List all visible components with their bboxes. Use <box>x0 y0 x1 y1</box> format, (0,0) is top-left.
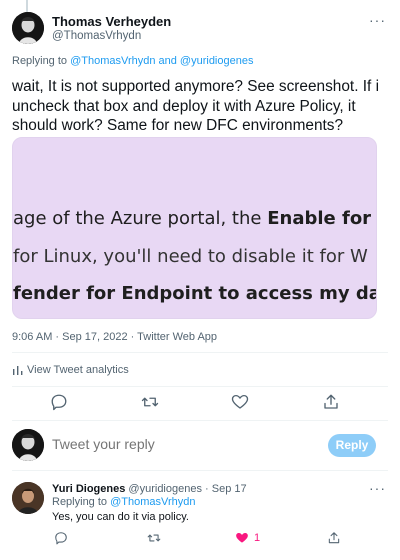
reply-replying-prefix: Replying to <box>52 496 108 508</box>
replying-to: Replying to @ThomasVrhydn and @yuridioge… <box>12 55 253 67</box>
reply-text: Yes, you can do it via policy. <box>52 511 189 523</box>
share-icon[interactable] <box>327 531 341 545</box>
reply-date[interactable]: Sep 17 <box>212 483 247 495</box>
avatar[interactable] <box>12 482 44 514</box>
tweet-header: Thomas Verheyden @ThomasVrhydn ··· <box>12 12 388 44</box>
author-info: Thomas Verheyden @ThomasVrhydn <box>52 14 171 44</box>
author-handle[interactable]: @ThomasVrhydn <box>52 29 171 44</box>
reply-author-handle[interactable]: @yuridiogenes <box>128 483 202 495</box>
media-text-line-1: age of the Azure portal, the Enable for <box>13 208 371 229</box>
divider <box>12 420 388 421</box>
tweet-actions <box>12 393 388 413</box>
analytics-label: View Tweet analytics <box>27 364 129 376</box>
avatar-image <box>12 429 44 461</box>
reply-replying-to-link[interactable]: @ThomasVrhydn <box>110 496 195 508</box>
tweet-media-screenshot[interactable]: age of the Azure portal, the Enable for … <box>12 137 377 319</box>
share-icon[interactable] <box>322 393 340 411</box>
compose-reply: Reply <box>12 429 388 461</box>
media-text-line-2: for Linux, you'll need to disable it for… <box>13 246 368 267</box>
heart-icon-filled[interactable] <box>235 531 249 545</box>
retweet-icon[interactable] <box>141 393 159 411</box>
reply-separator: · <box>205 483 209 495</box>
like-count: 1 <box>254 532 261 544</box>
tweet-text: wait, It is not supported anymore? See s… <box>12 78 380 134</box>
avatar-image <box>12 12 44 44</box>
reply-tweet[interactable]: Yuri Diogenes @yuridiogenes · Sep 17 ···… <box>12 480 388 555</box>
divider <box>12 352 388 353</box>
retweet-icon[interactable] <box>147 531 161 545</box>
reply-button[interactable]: Reply <box>328 434 376 457</box>
divider <box>12 470 388 471</box>
reply-icon[interactable] <box>50 393 68 411</box>
divider <box>12 386 388 387</box>
media-text-line-1-start: age of the Azure portal, the <box>13 208 268 229</box>
author-name[interactable]: Thomas Verheyden <box>52 14 171 29</box>
media-text-line-3: fender for Endpoint to access my data, <box>13 283 377 304</box>
heart-icon[interactable] <box>231 393 249 411</box>
reply-actions: 1 <box>52 531 388 547</box>
reply-replying-to: Replying to @ThomasVrhydn <box>52 496 195 508</box>
media-text-line-1-bold: Enable for <box>267 208 372 229</box>
tweet-timestamp[interactable]: 9:06 AM · Sep 17, 2022 · Twitter Web App <box>12 331 217 343</box>
reply-icon[interactable] <box>54 531 68 545</box>
replying-to-link[interactable]: @ThomasVrhydn and @yuridiogenes <box>70 55 253 67</box>
avatar <box>12 429 44 461</box>
avatar-image <box>12 482 44 514</box>
more-icon[interactable]: ··· <box>369 12 386 28</box>
thread-connector-line <box>26 0 28 12</box>
replying-prefix: Replying to <box>12 55 68 67</box>
view-tweet-analytics[interactable]: View Tweet analytics <box>12 364 129 376</box>
reply-header: Yuri Diogenes @yuridiogenes · Sep 17 <box>52 483 247 495</box>
reply-input[interactable] <box>52 436 233 452</box>
bar-chart-icon <box>13 366 23 375</box>
more-icon[interactable]: ··· <box>369 480 386 496</box>
avatar[interactable] <box>12 12 44 44</box>
reply-author-name[interactable]: Yuri Diogenes <box>52 483 125 495</box>
